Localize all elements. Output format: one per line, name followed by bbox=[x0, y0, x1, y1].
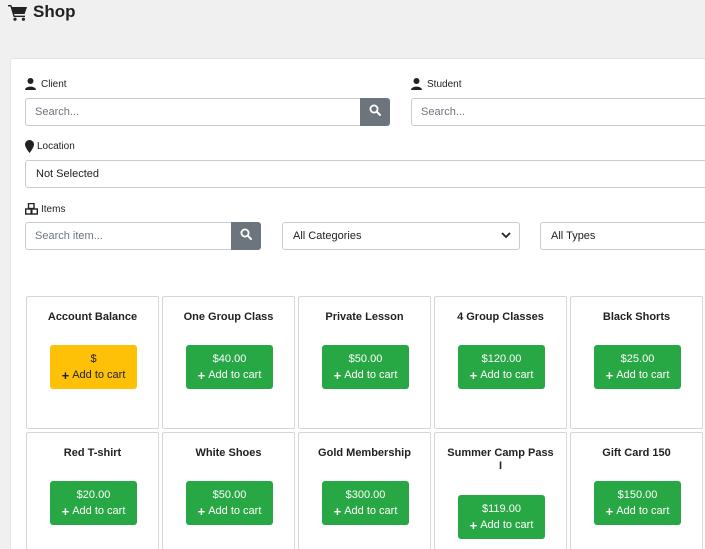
chevron-down-icon bbox=[501, 230, 511, 242]
shop-panel: Client Search... Student Search... Locat… bbox=[10, 58, 705, 549]
add-to-cart-button[interactable]: $150.00 + Add to cart bbox=[594, 481, 681, 525]
student-label-text: Student bbox=[427, 78, 462, 90]
product-price: $119.00 bbox=[482, 503, 521, 515]
add-to-cart-label: Add to cart bbox=[72, 505, 126, 517]
shopping-cart-icon bbox=[8, 4, 28, 21]
items-label: Items bbox=[25, 203, 65, 215]
product-price: $20.00 bbox=[76, 489, 111, 501]
plus-icon: + bbox=[61, 367, 70, 383]
plus-icon: + bbox=[605, 367, 614, 383]
item-search-placeholder: Search item... bbox=[35, 230, 103, 242]
plus-icon: + bbox=[469, 367, 478, 383]
category-select[interactable]: All Categories bbox=[282, 222, 520, 250]
add-to-cart-button[interactable]: $50.00 + Add to cart bbox=[322, 345, 409, 389]
product-price: $ bbox=[90, 353, 97, 365]
product-name: Red T-shirt bbox=[63, 447, 122, 459]
product-card: Account Balance $ + Add to cart bbox=[26, 296, 159, 429]
type-select[interactable]: All Types bbox=[540, 222, 705, 250]
product-name: Black Shorts bbox=[602, 311, 671, 323]
product-card: Summer Camp Pass I $119.00 + Add to cart bbox=[434, 432, 567, 549]
product-price: $300.00 bbox=[345, 489, 386, 501]
add-to-cart-label: Add to cart bbox=[208, 369, 262, 381]
client-label-text: Client bbox=[41, 78, 67, 90]
items-label-text: Items bbox=[41, 203, 66, 215]
product-name: 4 Group Classes bbox=[457, 311, 544, 323]
add-to-cart-label: Add to cart bbox=[616, 505, 670, 517]
product-card: Black Shorts $25.00 + Add to cart bbox=[570, 296, 703, 429]
client-label: Client bbox=[25, 78, 67, 90]
client-search-button[interactable] bbox=[360, 98, 390, 126]
product-price: $150.00 bbox=[617, 489, 658, 501]
product-card: One Group Class $40.00 + Add to cart bbox=[162, 296, 295, 429]
client-search-placeholder: Search... bbox=[35, 106, 80, 118]
product-card: Private Lesson $50.00 + Add to cart bbox=[298, 296, 431, 429]
add-to-cart-label: Add to cart bbox=[72, 369, 126, 381]
item-search-input[interactable]: Search item... bbox=[25, 222, 232, 250]
product-price: $40.00 bbox=[212, 353, 247, 365]
add-to-cart-button[interactable]: $40.00 + Add to cart bbox=[186, 345, 273, 389]
category-select-value: All Categories bbox=[293, 230, 362, 242]
add-to-cart-button[interactable]: $25.00 + Add to cart bbox=[594, 345, 681, 389]
item-search-button[interactable] bbox=[231, 222, 261, 250]
add-to-cart-button[interactable]: $119.00 + Add to cart bbox=[458, 495, 545, 539]
add-to-cart-button[interactable]: $20.00 + Add to cart bbox=[50, 481, 137, 525]
page-header: Shop bbox=[8, 2, 76, 22]
location-label: Location bbox=[25, 140, 75, 153]
plus-icon: + bbox=[333, 503, 342, 519]
location-select[interactable]: Not Selected bbox=[25, 160, 705, 188]
product-name: Account Balance bbox=[47, 311, 138, 323]
add-to-cart-label: Add to cart bbox=[480, 519, 534, 531]
plus-icon: + bbox=[605, 503, 614, 519]
add-to-cart-label: Add to cart bbox=[344, 505, 398, 517]
product-card: Gold Membership $300.00 + Add to cart bbox=[298, 432, 431, 549]
product-name: One Group Class bbox=[183, 311, 274, 323]
plus-icon: + bbox=[61, 503, 70, 519]
user-icon bbox=[25, 78, 36, 90]
add-to-cart-label: Add to cart bbox=[480, 369, 534, 381]
product-price: $50.00 bbox=[212, 489, 247, 501]
add-to-cart-label: Add to cart bbox=[208, 505, 262, 517]
plus-icon: + bbox=[333, 367, 342, 383]
user-icon bbox=[411, 78, 422, 90]
page-title: Shop bbox=[33, 2, 76, 21]
search-icon bbox=[240, 227, 252, 245]
product-name: Gold Membership bbox=[318, 447, 411, 459]
add-to-cart-button[interactable]: $120.00 + Add to cart bbox=[458, 345, 545, 389]
product-price: $50.00 bbox=[348, 353, 383, 365]
plus-icon: + bbox=[469, 517, 478, 533]
add-to-cart-label: Add to cart bbox=[344, 369, 398, 381]
plus-icon: + bbox=[197, 503, 206, 519]
product-price: $25.00 bbox=[620, 353, 655, 365]
plus-icon: + bbox=[197, 367, 206, 383]
search-icon bbox=[369, 103, 381, 121]
student-label: Student bbox=[411, 78, 461, 90]
product-card: Gift Card 150 $150.00 + Add to cart bbox=[570, 432, 703, 549]
location-label-text: Location bbox=[37, 141, 75, 152]
add-to-cart-button[interactable]: $50.00 + Add to cart bbox=[186, 481, 273, 525]
add-to-cart-button[interactable]: $300.00 + Add to cart bbox=[322, 481, 409, 525]
product-name: White Shoes bbox=[195, 447, 262, 459]
type-select-value: All Types bbox=[551, 230, 596, 242]
add-to-cart-label: Add to cart bbox=[616, 369, 670, 381]
product-card: White Shoes $50.00 + Add to cart bbox=[162, 432, 295, 549]
client-search-input[interactable]: Search... bbox=[25, 98, 361, 126]
product-name: Summer Camp Pass I bbox=[447, 447, 554, 472]
product-card: 4 Group Classes $120.00 + Add to cart bbox=[434, 296, 567, 429]
product-card: Red T-shirt $20.00 + Add to cart bbox=[26, 432, 159, 549]
location-select-value: Not Selected bbox=[36, 168, 99, 180]
product-name: Private Lesson bbox=[325, 311, 404, 323]
map-marker-icon bbox=[25, 140, 34, 153]
add-to-cart-button[interactable]: $ + Add to cart bbox=[50, 345, 137, 389]
student-search-placeholder: Search... bbox=[421, 106, 466, 118]
product-price: $120.00 bbox=[481, 353, 522, 365]
student-search-input[interactable]: Search... bbox=[411, 98, 705, 126]
cubes-icon bbox=[25, 203, 38, 215]
product-name: Gift Card 150 bbox=[602, 447, 671, 459]
